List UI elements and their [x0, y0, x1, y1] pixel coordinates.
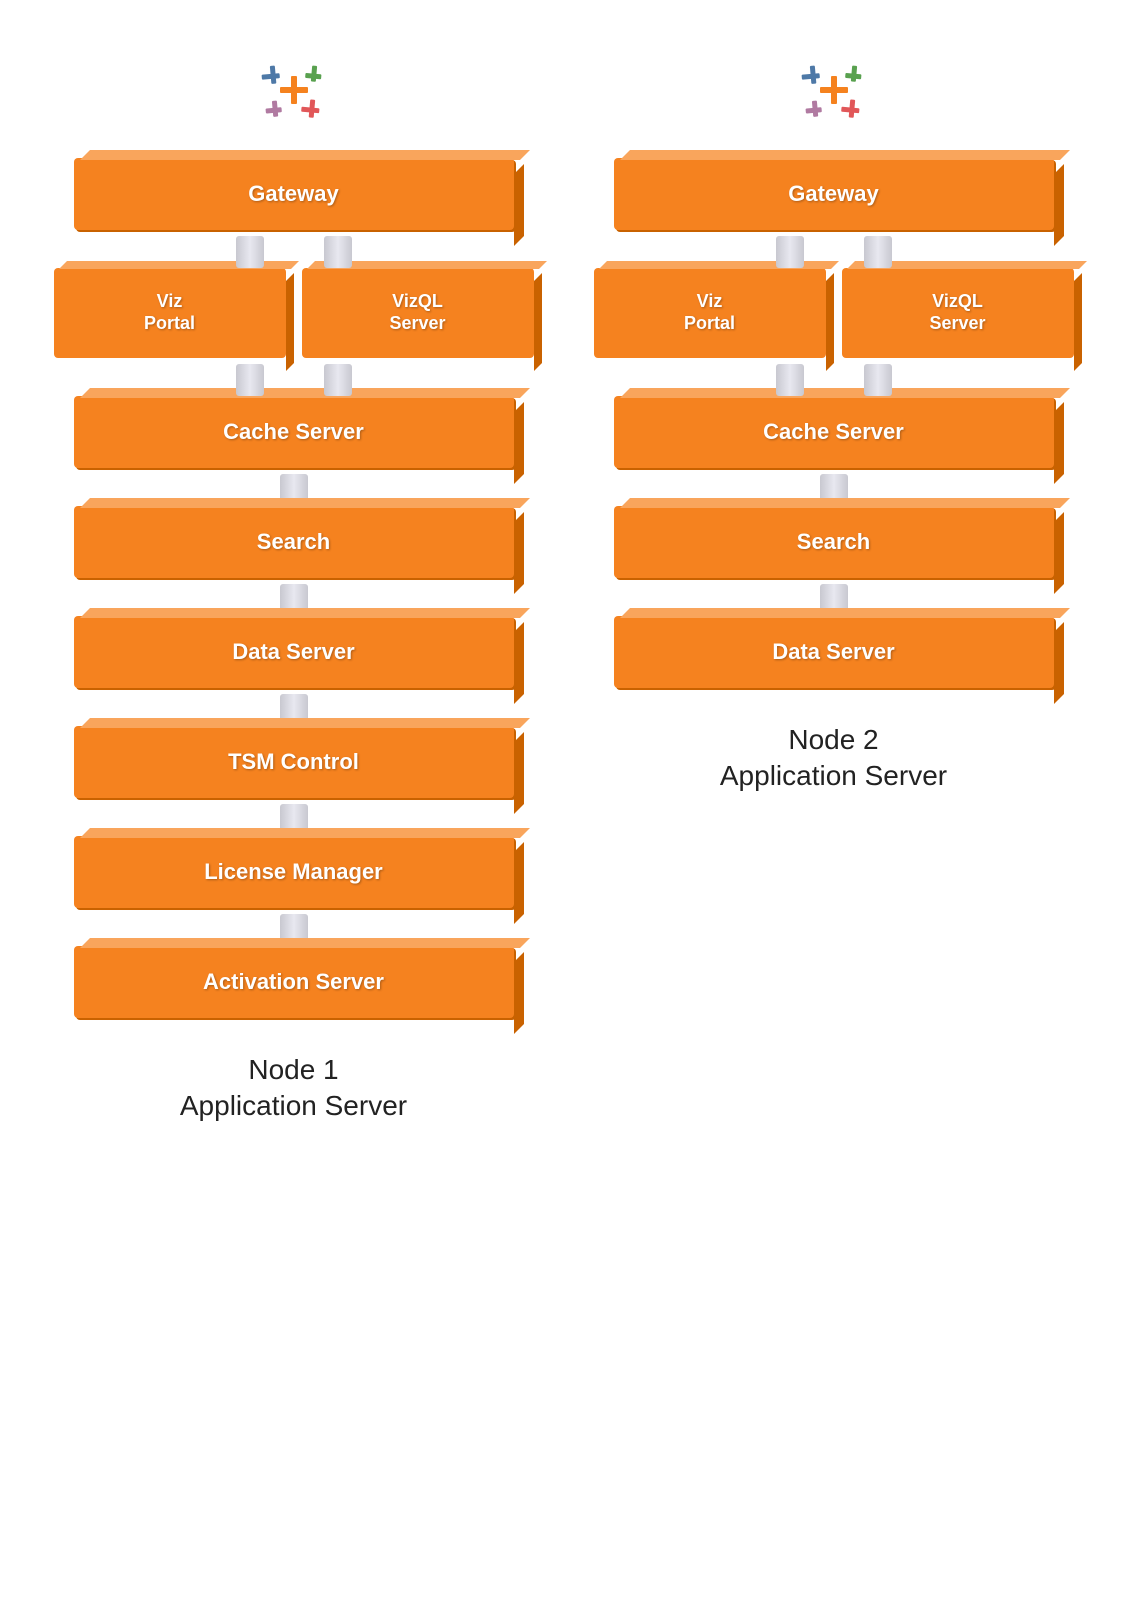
node1-search-face: Search	[74, 506, 514, 578]
node2-gateway-block: Gateway	[614, 158, 1054, 230]
node2-dual-row: VizPortal VizQLServer	[594, 268, 1074, 358]
node1-data-server-face: Data Server	[74, 616, 514, 688]
node1-data-server-block: Data Server	[74, 616, 514, 688]
node1-viz-portal-block: VizPortal	[54, 268, 286, 358]
node1-viz-portal-face: VizPortal	[54, 268, 286, 358]
node2-data-server-face: Data Server	[614, 616, 1054, 688]
node1-dual-row: VizPortal VizQLServer	[54, 268, 534, 358]
pillar	[324, 236, 352, 268]
node2-search-face: Search	[614, 506, 1054, 578]
node1-label-line1: Node 1	[248, 1054, 338, 1085]
pillar	[324, 364, 352, 396]
node1-activation-face: Activation Server	[74, 946, 514, 1018]
node1-vizql-block: VizQLServer	[302, 268, 534, 358]
node2-label: Node 2 Application Server	[720, 722, 947, 795]
node2-viz-portal-face: VizPortal	[594, 268, 826, 358]
page-container: Gateway VizPortal VizQLServer Cache Serv…	[0, 20, 1127, 1145]
node2-search-block: Search	[614, 506, 1054, 578]
node2-cache-server-face: Cache Server	[614, 396, 1054, 468]
node2-vizql-face: VizQLServer	[842, 268, 1074, 358]
pillar	[864, 236, 892, 268]
node2-connector-after-dual	[594, 364, 1074, 396]
pillar	[236, 236, 264, 268]
pillar	[776, 364, 804, 396]
node1-connector-after-gateway	[54, 236, 534, 268]
node2-cache-server-block: Cache Server	[614, 396, 1054, 468]
node1-license-block: License Manager	[74, 836, 514, 908]
node2-gateway-face: Gateway	[614, 158, 1054, 230]
node1-connector-after-dual	[54, 364, 534, 396]
node1-search-block: Search	[74, 506, 514, 578]
node1-label-line2: Application Server	[180, 1090, 407, 1121]
node2-label-line1: Node 2	[788, 724, 878, 755]
node1-logo	[244, 40, 344, 140]
node2-vizql-block: VizQLServer	[842, 268, 1074, 358]
pillar	[236, 364, 264, 396]
pillar	[776, 236, 804, 268]
node2-connector-after-gateway	[594, 236, 1074, 268]
node1-vizql-face: VizQLServer	[302, 268, 534, 358]
node1-tsm-block: TSM Control	[74, 726, 514, 798]
pillar	[864, 364, 892, 396]
node2-logo	[784, 40, 884, 140]
node1-cache-server-face: Cache Server	[74, 396, 514, 468]
node1-tsm-face: TSM Control	[74, 726, 514, 798]
node1-gateway-face: Gateway	[74, 158, 514, 230]
node1-license-face: License Manager	[74, 836, 514, 908]
node1-activation-block: Activation Server	[74, 946, 514, 1018]
node2-viz-portal-block: VizPortal	[594, 268, 826, 358]
node1-gateway-block: Gateway	[74, 158, 514, 230]
node2-column: Gateway VizPortal VizQLServer Cache Serv…	[594, 40, 1074, 795]
node2-data-server-block: Data Server	[614, 616, 1054, 688]
node1-column: Gateway VizPortal VizQLServer Cache Serv…	[54, 40, 534, 1125]
node1-cache-server-block: Cache Server	[74, 396, 514, 468]
node2-label-line2: Application Server	[720, 760, 947, 791]
node1-label: Node 1 Application Server	[180, 1052, 407, 1125]
